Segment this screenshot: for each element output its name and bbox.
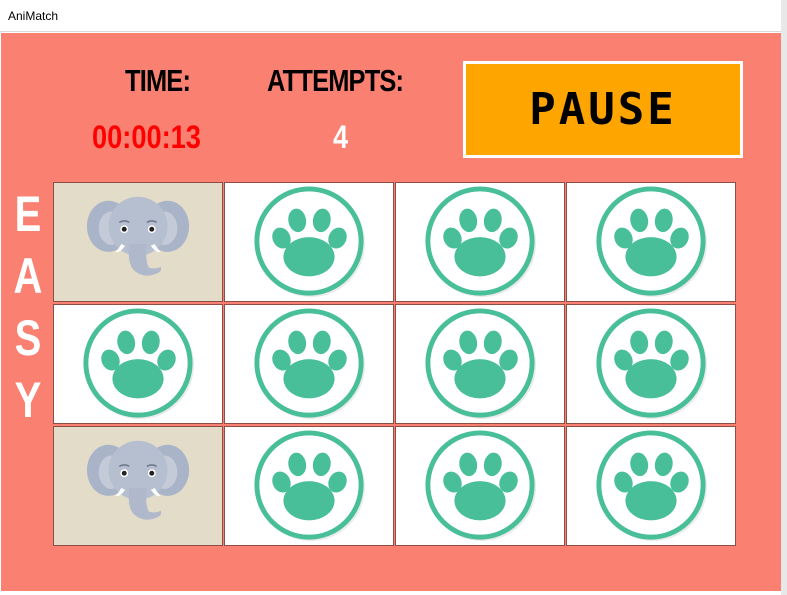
pause-button[interactable]: PAUSE (463, 61, 743, 158)
card-back[interactable] (53, 304, 223, 424)
pause-button-label: PAUSE (529, 84, 677, 135)
paw-icon (425, 308, 537, 420)
paw-icon (425, 186, 537, 298)
card-back[interactable] (224, 304, 394, 424)
attempts-value: 4 (333, 119, 349, 155)
difficulty-letter: E (14, 186, 42, 242)
card-back[interactable] (566, 304, 736, 424)
game-area: TIME: 00:00:13 ATTEMPTS: 4 PAUSE E A S Y (1, 33, 781, 591)
card-face-elephant[interactable] (53, 426, 223, 546)
paw-icon (596, 186, 708, 298)
difficulty-letter: A (13, 248, 43, 304)
paw-icon (254, 430, 366, 542)
paw-icon (425, 430, 537, 542)
time-value: 00:00:13 (92, 119, 201, 155)
window-scroll-edge (781, 0, 787, 595)
card-back[interactable] (395, 426, 565, 546)
paw-icon (83, 308, 195, 420)
window-title: AniMatch (8, 9, 59, 23)
card-back[interactable] (224, 182, 394, 302)
time-label: TIME: (125, 63, 191, 98)
window-titlebar: AniMatch (0, 0, 787, 32)
difficulty-letter: S (14, 310, 42, 366)
paw-icon (254, 308, 366, 420)
paw-icon (596, 308, 708, 420)
paw-icon (254, 186, 366, 298)
card-back[interactable] (224, 426, 394, 546)
paw-icon (596, 430, 708, 542)
card-back[interactable] (566, 182, 736, 302)
elephant-icon (54, 427, 222, 545)
difficulty-indicator: E A S Y (5, 183, 51, 431)
card-back[interactable] (566, 426, 736, 546)
attempts-label: ATTEMPTS: (267, 63, 404, 98)
card-back[interactable] (395, 304, 565, 424)
card-back[interactable] (395, 182, 565, 302)
card-face-elephant[interactable] (53, 182, 223, 302)
difficulty-letter: Y (14, 372, 42, 428)
elephant-icon (54, 183, 222, 301)
